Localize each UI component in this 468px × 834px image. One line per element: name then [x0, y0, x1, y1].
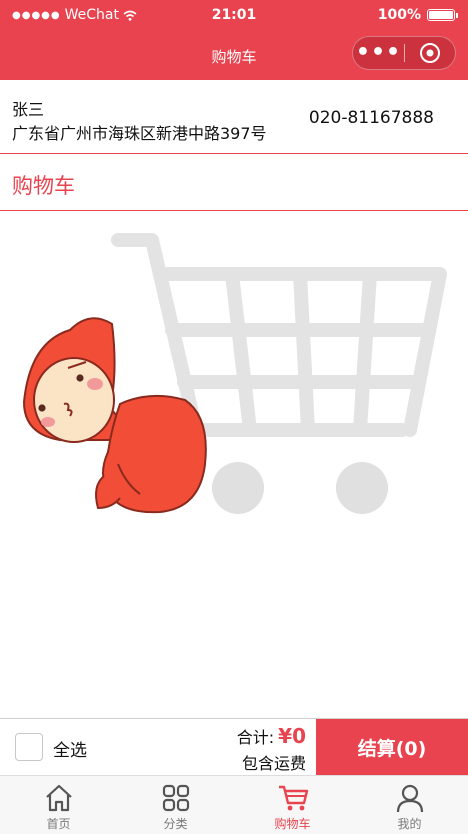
battery-status: 100% — [378, 7, 458, 23]
tab-bar: 首页 分类 购物车 我的 — [0, 775, 468, 834]
select-all-checkbox[interactable] — [15, 733, 43, 761]
total-summary: 合计: ¥0 — [237, 724, 306, 748]
battery-icon — [427, 9, 455, 21]
profile-icon — [396, 784, 423, 813]
total-price: ¥0 — [278, 724, 306, 748]
tab-home-label: 首页 — [46, 817, 71, 831]
tab-cart-label: 购物车 — [274, 817, 311, 831]
home-icon — [45, 784, 72, 812]
cart-section-header: 购物车 — [0, 155, 468, 211]
target-icon — [419, 43, 440, 63]
cart-wheel-right — [336, 462, 388, 514]
category-icon — [162, 784, 189, 812]
tab-profile[interactable]: 我的 — [351, 776, 468, 834]
recipient-phone: 020-81167888 — [308, 108, 434, 128]
tab-category[interactable]: 分类 — [117, 776, 234, 834]
status-bar: ●●●●● WeChat 21:01 100% — [0, 0, 468, 32]
total-label: 合计: — [236, 728, 275, 747]
checkout-bar: 全选 合计: ¥0 包含运费 结算(0) — [0, 718, 468, 775]
mini-program-capsule: ••• — [352, 36, 456, 70]
checkout-button[interactable]: 结算(0) — [316, 719, 468, 775]
address-line: 广东省广州市海珠区新港中路397号 — [12, 124, 267, 143]
cart-icon — [278, 785, 308, 811]
empty-cart-illustration — [22, 233, 447, 514]
battery-tip — [456, 12, 458, 18]
shipping-note: 包含运费 — [241, 754, 306, 773]
battery-percent: 100% — [377, 7, 421, 23]
cart-wheel-left — [212, 462, 264, 514]
tab-cart[interactable]: 购物车 — [234, 776, 351, 834]
tab-profile-label: 我的 — [397, 817, 422, 831]
cart-section-title: 购物车 — [12, 174, 75, 198]
more-options-button[interactable]: ••• — [353, 42, 404, 64]
nav-bar: 购物车 ••• — [0, 32, 468, 80]
shipping-address[interactable]: 张三 广东省广州市海珠区新港中路397号 020-81167888 — [0, 80, 468, 154]
tab-home[interactable]: 首页 — [0, 776, 117, 834]
close-mini-program-button[interactable] — [405, 42, 455, 64]
tab-category-label: 分类 — [163, 817, 188, 831]
recipient-name: 张三 — [12, 100, 45, 119]
select-all-label[interactable]: 全选 — [53, 736, 87, 761]
